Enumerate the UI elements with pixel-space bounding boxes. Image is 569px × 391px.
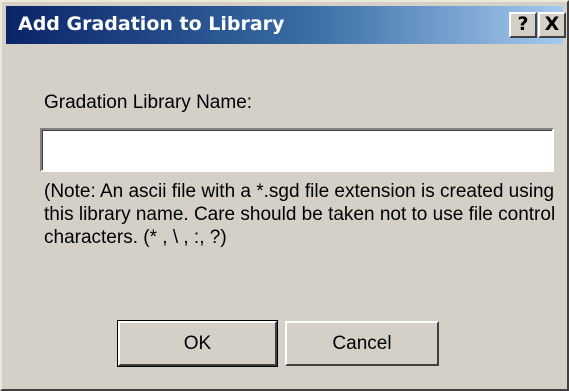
ok-button[interactable]: OK xyxy=(117,320,278,367)
dialog-title: Add Gradation to Library xyxy=(18,13,285,35)
ok-button-label: OK xyxy=(183,333,212,354)
cancel-button-label: Cancel xyxy=(332,333,392,354)
note-text: (Note: An ascii file with a *.sgd file e… xyxy=(44,181,556,248)
close-button[interactable]: X xyxy=(538,12,566,38)
library-name-input[interactable] xyxy=(40,128,554,172)
help-button[interactable]: ? xyxy=(509,12,537,38)
question-mark-icon: ? xyxy=(517,13,529,35)
library-name-label: Gradation Library Name: xyxy=(44,92,253,113)
title-bar[interactable]: Add Gradation to Library ? X xyxy=(6,6,566,44)
close-icon: X xyxy=(544,13,560,35)
add-gradation-dialog: Add Gradation to Library ? X Gradation L… xyxy=(0,0,569,391)
cancel-button[interactable]: Cancel xyxy=(285,321,439,366)
